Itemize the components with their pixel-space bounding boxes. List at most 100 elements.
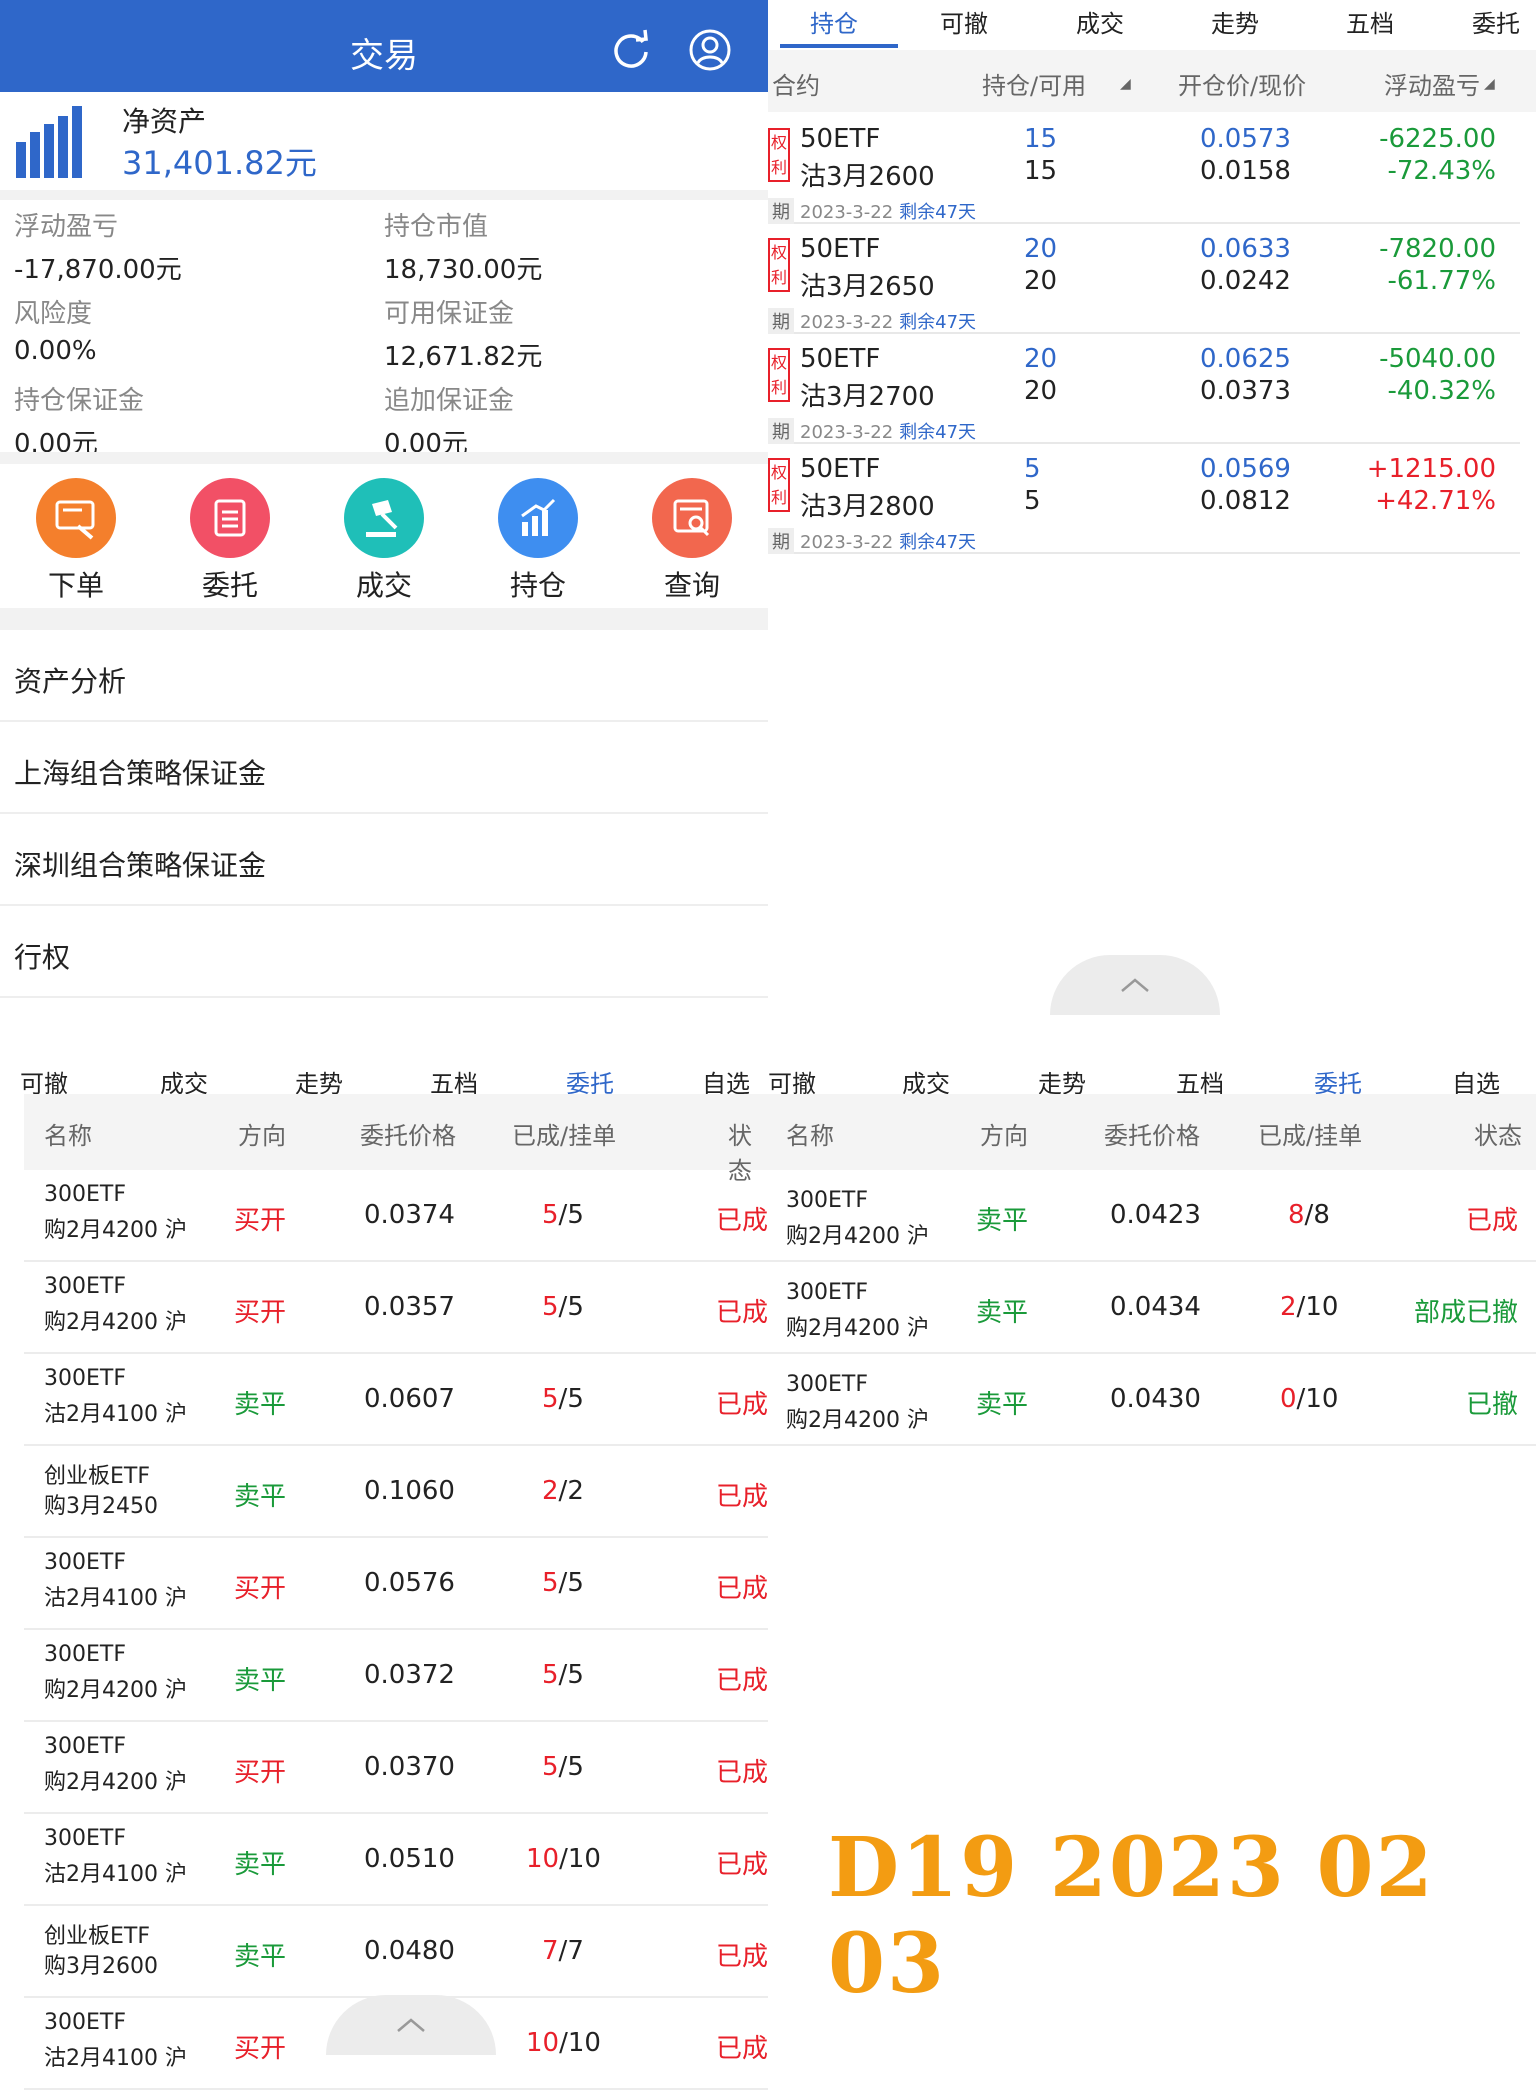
collapse-handle[interactable]	[1050, 955, 1220, 1015]
badge-char: 权	[770, 133, 787, 152]
order-direction: 卖平	[976, 1298, 1029, 1328]
open-price: 0.0625	[1200, 344, 1291, 374]
quick-order-button[interactable]: 下单	[16, 478, 136, 604]
tab-depth[interactable]: 五档	[1310, 4, 1430, 39]
hold-qty: 20	[1024, 344, 1058, 374]
order-status: 部成已撤	[1413, 1298, 1518, 1328]
filled-qty: 5	[542, 1200, 559, 1230]
menu-exercise[interactable]: 行权	[0, 906, 768, 998]
order-row[interactable]: 300ETF 购2月4200 沪 卖平 0.0430 0/10 已撤	[768, 1354, 1536, 1446]
order-row[interactable]: 300ETF 购2月4200 沪 买开 0.0374 5/5 已成	[24, 1170, 768, 1262]
filled-sep: /	[558, 1200, 568, 1230]
avail-qty: 20	[1024, 266, 1058, 296]
order-row[interactable]: 300ETF 沽2月4100 沪 卖平 0.0607 5/5 已成	[24, 1354, 768, 1446]
order-filled: 10/10	[526, 1844, 601, 1874]
expiry-info: 期 2023-3-22 剩余47天	[768, 528, 976, 554]
stat-label: 浮动盈亏	[14, 212, 119, 242]
sort-icon[interactable]: ◢	[1120, 76, 1131, 92]
order-price: 0.0434	[1110, 1292, 1201, 1322]
order-status: 已成	[715, 1942, 768, 1972]
order-filled: 2/2	[542, 1476, 584, 1506]
menu-sh-combo-margin[interactable]: 上海组合策略保证金	[0, 722, 768, 814]
order-price: 0.0374	[364, 1200, 455, 1230]
position-row[interactable]: 权利 50ETF 沽3月2700 期 2023-3-22 剩余47天 20 20 0.0625 0…	[768, 334, 1520, 444]
menu-sz-combo-margin[interactable]: 深圳组合策略保证金	[0, 814, 768, 906]
sort-icon[interactable]: ◢	[1484, 76, 1495, 92]
divider	[0, 608, 768, 630]
order-direction: 卖平	[976, 1206, 1029, 1236]
position-row[interactable]: 权利 50ETF 沽3月2600 期 2023-3-22 剩余47天 15 15 0.0573 0…	[768, 114, 1520, 224]
order-filled: 5/5	[542, 1292, 584, 1322]
tab-deals[interactable]: 成交	[1040, 4, 1160, 39]
order-row[interactable]: 300ETF 购2月4200 沪 卖平 0.0372 5/5 已成	[24, 1630, 768, 1722]
date-watermark: D19 2023 02 03	[828, 1820, 1435, 2012]
badge-char: 权	[770, 353, 787, 372]
order-row[interactable]: 创业板ETF 购3月2450 卖平 0.1060 2/2 已成	[24, 1446, 768, 1538]
refresh-icon[interactable]	[610, 28, 652, 70]
order-filled: 7/7	[542, 1936, 584, 1966]
order-row[interactable]: 300ETF 购2月4200 沪 买开 0.0370 5/5 已成	[24, 1722, 768, 1814]
order-row[interactable]: 创业板ETF 购3月2600 卖平 0.0480 7/7 已成	[24, 1906, 768, 1998]
col-hold-avail[interactable]: 持仓/可用	[982, 66, 1086, 101]
order-underlying: 300ETF	[44, 1366, 126, 1391]
current-price: 0.0373	[1200, 376, 1291, 406]
order-row[interactable]: 300ETF 沽2月4100 沪 卖平 0.0510 10/10 已成	[24, 1814, 768, 1906]
col-name: 名称	[44, 1122, 92, 1150]
avail-qty: 20	[1024, 376, 1058, 406]
user-icon[interactable]	[688, 28, 732, 72]
days-left: 剩余47天	[899, 312, 977, 333]
order-direction: 买开	[234, 1298, 287, 1328]
hold-qty: 15	[1024, 124, 1058, 154]
page-title: 交易	[350, 36, 418, 76]
tab-cancelable[interactable]: 可撤	[904, 4, 1024, 39]
quick-label: 委托	[201, 569, 258, 602]
quick-query-button[interactable]: 查询	[632, 478, 752, 604]
current-price: 0.0158	[1200, 156, 1291, 186]
divider	[0, 452, 768, 464]
chevron-up-icon	[1121, 978, 1149, 992]
expiry-date: 2023-3-22	[800, 422, 894, 443]
order-price: 0.0480	[364, 1936, 455, 1966]
order-direction: 买开	[234, 1206, 287, 1236]
filled-qty: 7	[542, 1936, 559, 1966]
order-direction: 买开	[234, 2034, 287, 2064]
expiry-date: 2023-3-22	[800, 202, 894, 223]
tab-trend[interactable]: 走势	[1175, 4, 1295, 39]
current-price: 0.0242	[1200, 266, 1291, 296]
menu-asset-analysis[interactable]: 资产分析	[0, 630, 768, 722]
order-row[interactable]: 300ETF 购2月4200 沪 卖平 0.0423 8/8 已成	[768, 1170, 1536, 1262]
filled-sep: /	[558, 1936, 568, 1966]
expiry-date: 2023-3-22	[800, 532, 894, 553]
option-badge: 权利	[768, 238, 790, 292]
filled-sep: /	[558, 1384, 568, 1414]
position-row[interactable]: 权利 50ETF 沽3月2650 期 2023-3-22 剩余47天 20 20 0.0633 0…	[768, 224, 1520, 334]
quick-position-button[interactable]: 持仓	[478, 478, 598, 604]
col-floating-pnl[interactable]: 浮动盈亏	[1384, 66, 1480, 101]
total-qty: 10	[567, 1844, 601, 1874]
gavel-icon	[344, 478, 424, 558]
badge-char: 权	[770, 463, 787, 482]
filled-sep: /	[1296, 1384, 1306, 1414]
stat-value: -17,870.00元	[14, 255, 182, 285]
order-row[interactable]: 300ETF 沽2月4100 沪 买开 0.0576 5/5 已成	[24, 1538, 768, 1630]
quick-deal-button[interactable]: 成交	[324, 478, 444, 604]
open-price: 0.0569	[1200, 454, 1291, 484]
days-left: 剩余47天	[899, 202, 977, 223]
option-badge: 权利	[768, 348, 790, 402]
order-row[interactable]: 300ETF 购2月4200 沪 买开 0.0357 5/5 已成	[24, 1262, 768, 1354]
filled-sep: /	[558, 1292, 568, 1322]
contract-name: 沽3月2650	[800, 272, 935, 302]
order-underlying: 创业板ETF	[44, 1464, 150, 1489]
order-row[interactable]: 300ETF 购2月4200 沪 卖平 0.0434 2/10 部成已撤	[768, 1262, 1536, 1354]
contract-name: 沽3月2600	[800, 162, 935, 192]
order-contract: 购3月2600	[44, 1954, 158, 1979]
order-contract: 沽2月4100 沪	[44, 2046, 187, 2071]
col-direction: 方向	[980, 1122, 1028, 1150]
col-open-now[interactable]: 开仓价/现价	[1178, 66, 1306, 101]
tab-positions[interactable]: 持仓	[774, 4, 894, 39]
quick-entrust-button[interactable]: 委托	[170, 478, 290, 604]
tab-orders[interactable]: 委托	[1436, 4, 1536, 39]
position-row[interactable]: 权利 50ETF 沽3月2800 期 2023-3-22 剩余47天 5 5 0.0569 0.0…	[768, 444, 1520, 554]
avail-qty: 5	[1024, 486, 1041, 516]
table-header: 名称 方向 委托价格 已成/挂单 状态	[768, 1094, 1536, 1170]
